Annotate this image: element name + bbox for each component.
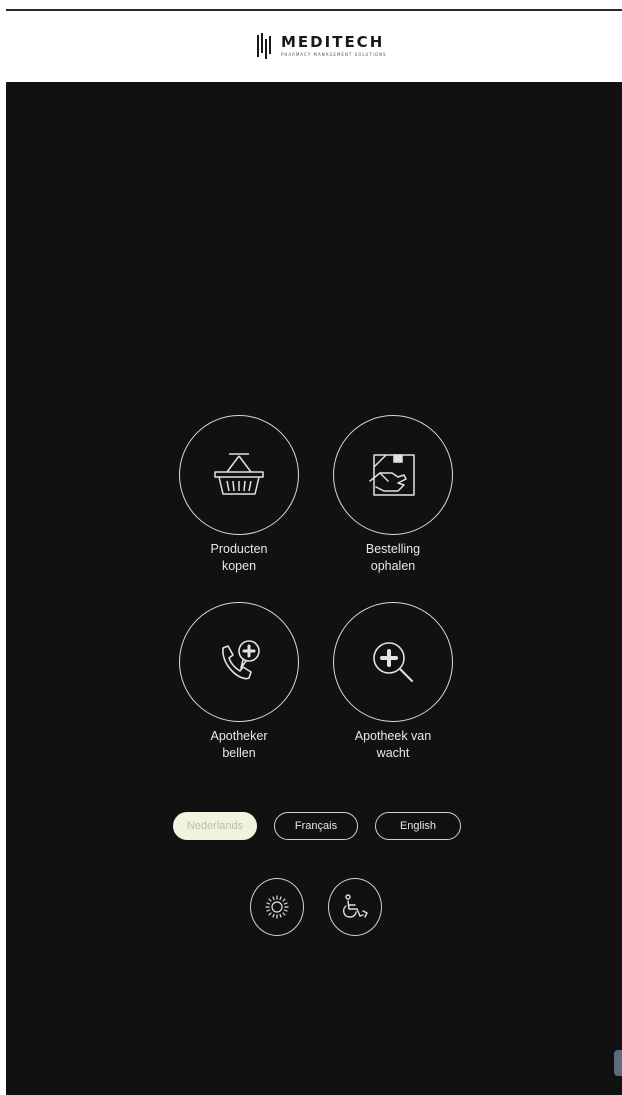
sun-icon <box>265 895 289 919</box>
tile-pharmacy-on-duty[interactable]: Apotheek van wacht <box>331 602 455 762</box>
phone-plus-icon <box>222 640 260 680</box>
language-nederlands-button[interactable]: Nederlands <box>173 812 257 840</box>
tile-label-line2: kopen <box>221 559 257 573</box>
language-francais-button[interactable]: Français <box>274 812 358 840</box>
tile-buy-products[interactable]: Producten kopen <box>177 415 301 575</box>
tile-label: Bestelling ophalen <box>331 541 455 575</box>
header-bar: MEDITECH PHARMACY MANAGEMENT SOLUTIONS <box>6 9 622 82</box>
side-panel-tab[interactable] <box>614 1050 622 1076</box>
tile-circle[interactable] <box>333 602 453 722</box>
brand-name: MEDITECH <box>281 33 385 51</box>
brightness-button[interactable] <box>250 878 304 936</box>
brand-tagline: PHARMACY MANAGEMENT SOLUTIONS <box>281 52 387 57</box>
tile-circle[interactable] <box>179 415 299 535</box>
tile-label-line2: ophalen <box>370 559 416 573</box>
tile-label-line2: wacht <box>376 746 410 760</box>
tile-label-line1: Apotheek van <box>354 729 432 743</box>
language-english-button[interactable]: English <box>375 812 461 840</box>
magnifier-plus-icon <box>373 642 413 682</box>
tile-call-pharmacist[interactable]: Apotheker bellen <box>177 602 301 762</box>
meditech-logo-icon <box>257 33 271 59</box>
tile-label-line1: Bestelling <box>365 542 421 556</box>
tile-label: Apotheek van wacht <box>331 728 455 762</box>
tile-label-line1: Producten <box>210 542 268 556</box>
tile-label: Producten kopen <box>177 541 301 575</box>
accessibility-mode-button[interactable] <box>328 878 382 936</box>
tile-circle[interactable] <box>179 602 299 722</box>
package-hand-icon <box>369 454 415 496</box>
tile-label: Apotheker bellen <box>177 728 301 762</box>
basket-icon <box>214 453 264 495</box>
wheelchair-icon <box>342 894 368 918</box>
tile-collect-order[interactable]: Bestelling ophalen <box>331 415 455 575</box>
tile-label-line2: bellen <box>222 746 256 760</box>
brand-logo: MEDITECH PHARMACY MANAGEMENT SOLUTIONS <box>257 33 387 63</box>
tile-circle[interactable] <box>333 415 453 535</box>
tile-label-line1: Apotheker <box>210 729 268 743</box>
kiosk-screen: MEDITECH PHARMACY MANAGEMENT SOLUTIONS P… <box>6 9 622 1095</box>
